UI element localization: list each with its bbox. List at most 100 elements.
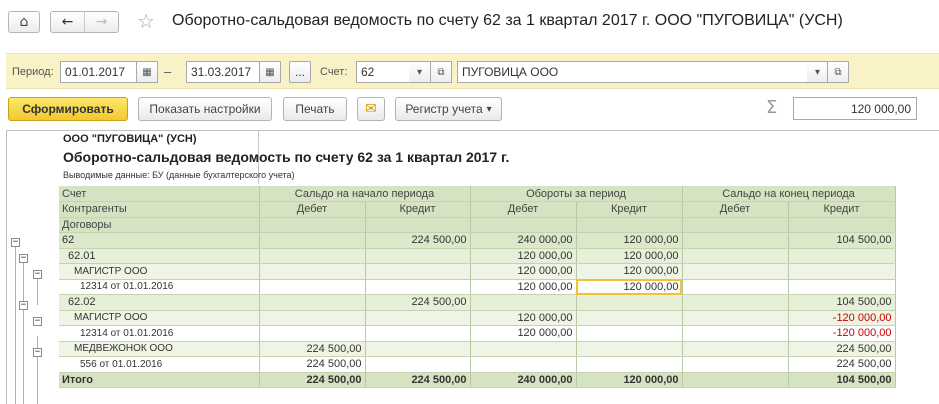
total-opening-debit[interactable]: 224 500,00 [259,372,366,388]
date-to-field[interactable]: 31.03.2017 [186,61,263,83]
opening-credit-cell[interactable] [365,341,471,357]
date-to-calendar-button[interactable]: ▦ [259,61,281,83]
total-opening-credit[interactable]: 224 500,00 [365,372,471,388]
turnover-credit-cell[interactable] [576,325,683,342]
opening-credit-cell[interactable] [365,325,471,342]
closing-debit-cell[interactable] [682,325,789,342]
print-button[interactable]: Печать [283,97,347,121]
opening-credit-cell[interactable]: 224 500,00 [365,294,471,311]
date-from-field[interactable]: 01.01.2017 [60,61,137,83]
closing-credit-cell[interactable]: 104 500,00 [788,294,896,311]
turnover-debit-cell[interactable]: 120 000,00 [470,248,577,264]
opening-credit-cell[interactable] [365,263,471,280]
home-button[interactable]: ⌂ [8,11,40,33]
closing-debit-cell[interactable] [682,356,789,373]
total-turnover-credit[interactable]: 120 000,00 [576,372,683,388]
select-period-button[interactable]: ... [289,61,311,83]
turnover-credit-cell[interactable]: 120 000,00 [576,232,683,249]
turnover-credit-cell[interactable]: 120 000,00 [576,263,683,280]
turnover-debit-cell[interactable]: 120 000,00 [470,310,577,326]
organization-open-button[interactable]: ⧉ [827,61,849,83]
collapse-magistr-icon[interactable]: − [33,270,42,279]
date-from-calendar-button[interactable]: ▦ [136,61,158,83]
closing-debit-cell[interactable] [682,248,789,264]
show-settings-button[interactable]: Показать настройки [138,97,272,121]
report-organization: ООО "ПУГОВИЦА" (УСН) [63,133,197,145]
opening-credit-cell[interactable] [365,248,471,264]
opening-debit-cell[interactable] [259,248,366,264]
total-turnover-debit[interactable]: 240 000,00 [470,372,577,388]
closing-credit-cell[interactable]: 224 500,00 [788,356,896,373]
opening-debit-cell[interactable] [259,310,366,326]
turnover-credit-cell[interactable] [576,294,683,311]
opening-debit-cell[interactable] [259,263,366,280]
account-open-button[interactable]: ⧉ [430,61,452,83]
selected-turnover-credit-cell[interactable]: 120 000,00 [576,279,683,295]
opening-debit-cell[interactable] [259,232,366,249]
closing-credit-cell[interactable]: 104 500,00 [788,232,896,249]
closing-debit-cell[interactable] [682,232,789,249]
opening-debit-cell[interactable] [259,325,366,342]
organization-dropdown-button[interactable]: ▾ [807,61,829,83]
turnover-debit-cell[interactable] [470,341,577,357]
closing-credit-cell[interactable] [788,248,896,264]
table-row[interactable]: 62.01 120 000,00 120 000,00 [59,248,896,264]
table-row[interactable]: 556 от 01.01.2016 224 500,00 224 500,00 [59,356,896,373]
register-dropdown-button[interactable]: Регистр учета ▾ [395,97,502,121]
total-closing-credit[interactable]: 104 500,00 [788,372,896,388]
closing-credit-cell[interactable]: -120 000,00 [788,325,896,342]
collapse-62-icon[interactable]: − [11,238,20,247]
turnover-credit-cell[interactable] [576,356,683,373]
turnover-debit-cell[interactable]: 120 000,00 [470,263,577,280]
closing-debit-cell[interactable] [682,279,789,295]
opening-credit-cell[interactable]: 224 500,00 [365,232,471,249]
closing-debit-cell[interactable] [682,310,789,326]
turnover-credit-cell[interactable] [576,341,683,357]
favorite-star-icon[interactable]: ☆ [137,9,155,33]
opening-credit-cell[interactable] [365,356,471,373]
turnover-debit-cell[interactable]: 120 000,00 [470,325,577,342]
chevron-down-icon: ▾ [416,66,423,78]
filter-bar: Период: 01.01.2017 ▦ – 31.03.2017 ▦ ... … [6,53,939,89]
opening-debit-cell[interactable]: 224 500,00 [259,356,366,373]
closing-credit-cell[interactable]: 224 500,00 [788,341,896,357]
collapse-medvezhonok-icon[interactable]: − [33,348,42,357]
generate-button[interactable]: Сформировать [8,97,128,121]
table-row[interactable]: 12314 от 01.01.2016 120 000,00 -120 000,… [59,325,896,342]
closing-debit-cell[interactable] [682,263,789,280]
account-dropdown-button[interactable]: ▾ [409,61,431,83]
opening-debit-cell[interactable] [259,279,366,295]
turnover-credit-cell[interactable] [576,310,683,326]
account-field[interactable]: 62 [356,61,411,83]
table-row[interactable]: МЕДВЕЖОНОК ООО 224 500,00 224 500,00 [59,341,896,357]
forward-button[interactable]: → [85,12,118,32]
collapse-6201-icon[interactable]: − [19,254,28,263]
table-row[interactable]: 62 224 500,00 240 000,00 120 000,00 104 … [59,232,896,249]
back-button[interactable]: ← [51,12,84,32]
turnover-credit-cell[interactable]: 120 000,00 [576,248,683,264]
opening-credit-cell[interactable] [365,310,471,326]
opening-credit-cell[interactable] [365,279,471,295]
opening-debit-cell[interactable]: 224 500,00 [259,341,366,357]
closing-credit-cell[interactable]: -120 000,00 [788,310,896,326]
collapse-6202-icon[interactable]: − [19,301,28,310]
closing-credit-cell[interactable] [788,263,896,280]
turnover-debit-cell[interactable]: 120 000,00 [470,279,577,295]
turnover-debit-cell[interactable] [470,356,577,373]
total-closing-debit[interactable] [682,372,789,388]
closing-credit-cell[interactable] [788,279,896,295]
opening-debit-cell[interactable] [259,294,366,311]
collapse-magistr-2-icon[interactable]: − [33,317,42,326]
turnover-debit-cell[interactable]: 240 000,00 [470,232,577,249]
table-row[interactable]: МАГИСТР ООО 120 000,00 120 000,00 [59,263,896,280]
report-area[interactable]: ООО "ПУГОВИЦА" (УСН) Оборотно-сальдовая … [6,130,939,404]
table-row[interactable]: 62.02 224 500,00 104 500,00 [59,294,896,311]
closing-debit-cell[interactable] [682,341,789,357]
table-row[interactable]: 12314 от 01.01.2016 120 000,00 120 000,0… [59,279,896,295]
table-row[interactable]: МАГИСТР ООО 120 000,00 -120 000,00 [59,310,896,326]
turnover-debit-cell[interactable] [470,294,577,311]
total-row[interactable]: Итого 224 500,00 224 500,00 240 000,00 1… [59,372,896,388]
closing-debit-cell[interactable] [682,294,789,311]
send-email-button[interactable]: ✉ [357,97,385,121]
organization-field[interactable]: ПУГОВИЦА ООО [457,61,809,83]
